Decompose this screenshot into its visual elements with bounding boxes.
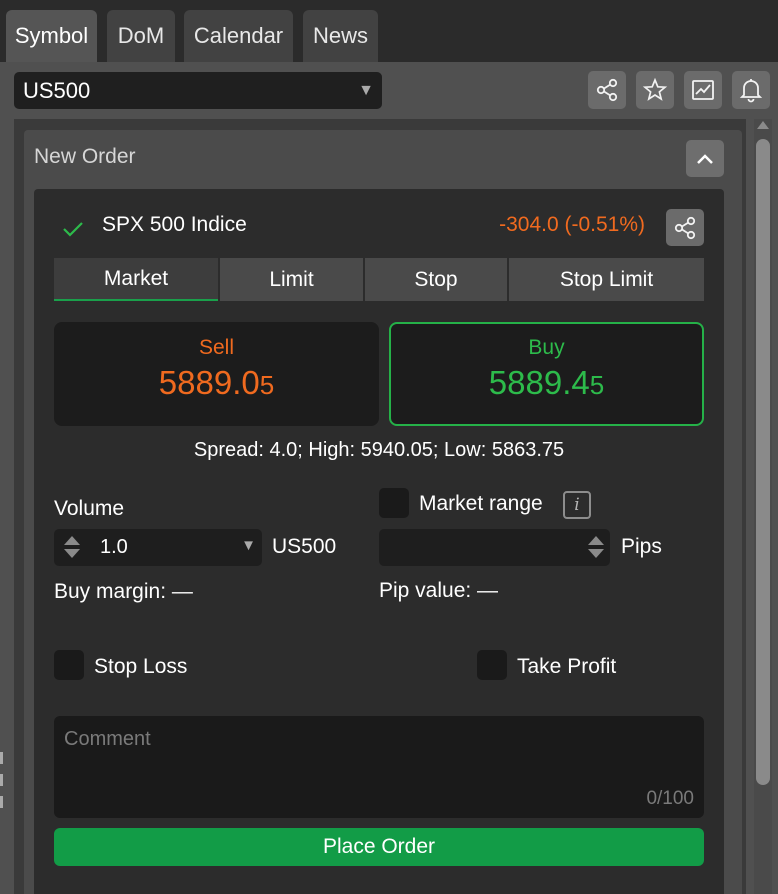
chevron-down-icon: ▼ (358, 82, 374, 99)
market-range-input[interactable] (379, 529, 610, 566)
tab-bar: Symbol DoM Calendar News (0, 0, 778, 62)
scrollbar[interactable] (754, 119, 772, 894)
comment-field[interactable]: Comment 0/100 (54, 716, 704, 818)
stop-loss-label: Stop Loss (94, 655, 188, 678)
chart-button[interactable] (684, 71, 722, 109)
share-icon (674, 216, 696, 239)
symbol-select-value: US500 (23, 78, 91, 103)
share-button[interactable] (588, 71, 626, 109)
order-type-market[interactable]: Market (54, 258, 218, 301)
tab-news[interactable]: News (303, 10, 378, 62)
tab-calendar[interactable]: Calendar (184, 10, 293, 62)
alert-button[interactable] (732, 71, 770, 109)
instrument-name: SPX 500 Indice (102, 213, 247, 236)
chevron-down-icon[interactable]: ▼ (241, 537, 256, 554)
bell-icon (739, 79, 763, 103)
take-profit-label: Take Profit (517, 655, 617, 678)
buy-button[interactable]: Buy 5889.45 (389, 322, 704, 426)
spread-info: Spread: 4.0; High: 5940.05; Low: 5863.75 (193, 439, 565, 461)
stepper-arrows-icon[interactable] (588, 536, 604, 560)
scroll-up-icon[interactable] (757, 121, 769, 129)
symbol-select[interactable]: US500 ▼ (14, 72, 382, 109)
sell-button[interactable]: Sell 5889.05 (54, 322, 379, 426)
volume-stepper[interactable]: 1.0 ▼ (54, 529, 262, 566)
tab-dom[interactable]: DoM (107, 10, 175, 62)
stepper-arrows-icon[interactable] (64, 536, 80, 560)
collapse-button[interactable] (686, 140, 724, 177)
sell-label: Sell (198, 336, 235, 359)
tab-symbol[interactable]: Symbol (6, 10, 97, 62)
share-icon (596, 78, 618, 102)
place-order-button[interactable]: Place Order (54, 828, 704, 866)
comment-counter: 0/100 (646, 788, 694, 809)
check-icon (63, 222, 83, 237)
sell-price: 5889.05 (158, 364, 275, 401)
volume-value: 1.0 (100, 536, 128, 558)
chart-icon (692, 80, 714, 100)
panel-title: New Order (34, 145, 136, 168)
market-range-checkbox[interactable] (379, 488, 409, 518)
favorite-button[interactable] (636, 71, 674, 109)
volume-unit: US500 (272, 535, 337, 558)
instrument-share-button[interactable] (666, 209, 704, 246)
price-change: -304.0 (-0.51%) (499, 213, 645, 236)
order-type-limit[interactable]: Limit (220, 258, 363, 301)
pips-unit: Pips (621, 535, 662, 558)
info-icon[interactable]: i (563, 491, 591, 519)
buy-price: 5889.45 (488, 364, 605, 401)
take-profit-checkbox[interactable] (477, 650, 507, 680)
comment-placeholder: Comment (64, 728, 151, 750)
scrollbar-thumb[interactable] (756, 139, 770, 785)
buy-margin: Buy margin: — (54, 580, 193, 603)
order-type-stop-limit[interactable]: Stop Limit (509, 258, 704, 301)
pip-value: Pip value: — (379, 579, 499, 602)
stop-loss-checkbox[interactable] (54, 650, 84, 680)
order-type-stop[interactable]: Stop (365, 258, 507, 301)
chevron-up-icon (697, 153, 713, 164)
buy-label: Buy (528, 336, 565, 359)
volume-label: Volume (54, 497, 125, 520)
market-range-label: Market range (419, 492, 543, 515)
edge-indicator (0, 750, 4, 810)
star-icon (642, 77, 668, 101)
